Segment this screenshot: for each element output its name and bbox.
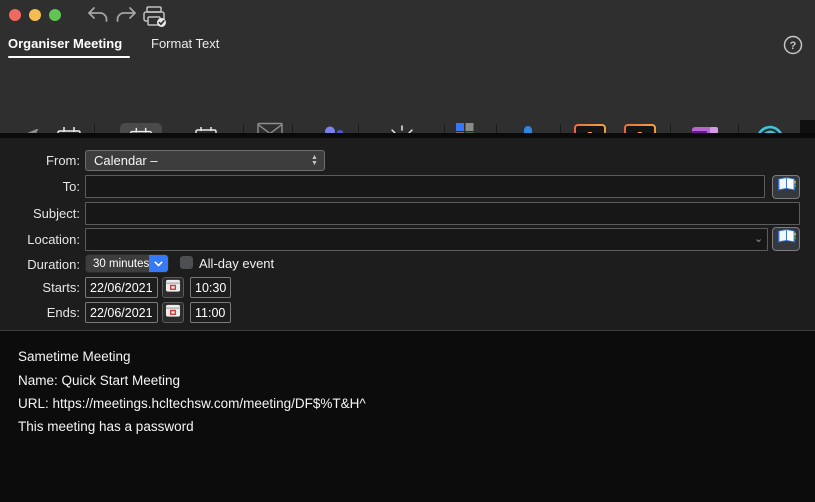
meeting-form: From: Calendar – ▲▼ To: Subject: Locatio… <box>0 133 815 330</box>
meeting-window: Organiser Meeting Format Text ? Send <box>0 0 815 502</box>
calendar-picker-icon <box>165 303 181 323</box>
redo-icon[interactable] <box>116 5 138 30</box>
message-body[interactable]: Sametime Meeting Name: Quick Start Meeti… <box>0 330 815 502</box>
to-input[interactable] <box>85 175 765 198</box>
starts-date-input[interactable] <box>85 277 158 298</box>
starts-time-input[interactable] <box>190 277 231 298</box>
ends-date-picker-button[interactable] <box>162 302 184 323</box>
ends-label: Ends: <box>2 305 80 320</box>
allday-checkbox[interactable] <box>180 256 193 269</box>
duration-select[interactable]: 30 minutes <box>85 254 169 273</box>
tab-format-text[interactable]: Format Text <box>151 36 219 51</box>
svg-text:?: ? <box>790 40 797 52</box>
allday-label: All-day event <box>199 256 274 271</box>
location-address-book-button[interactable] <box>772 227 800 251</box>
calendar-picker-icon <box>165 278 181 298</box>
body-line: Sametime Meeting <box>18 349 131 364</box>
close-button[interactable] <box>9 9 21 21</box>
ends-time-input[interactable] <box>190 302 231 323</box>
titlebar <box>0 0 815 30</box>
active-tab-underline <box>8 56 130 58</box>
subject-label: Subject: <box>2 206 80 221</box>
body-line: Name: Quick Start Meeting <box>18 373 180 388</box>
duration-chevron-down-icon <box>149 255 168 272</box>
body-line: This meeting has a password <box>18 419 194 434</box>
location-dropdown-chevron-icon[interactable]: ⌄ <box>754 232 763 245</box>
undo-icon[interactable] <box>86 5 108 30</box>
starts-label: Starts: <box>2 280 80 295</box>
from-select[interactable]: Calendar – ▲▼ <box>85 150 325 171</box>
duration-value: 30 minutes <box>86 258 149 270</box>
location-input[interactable] <box>85 228 768 251</box>
subject-input[interactable] <box>85 202 800 225</box>
stepper-chevrons-icon: ▲▼ <box>308 155 324 167</box>
starts-date-picker-button[interactable] <box>162 277 184 298</box>
to-label: To: <box>2 179 80 194</box>
minimize-button[interactable] <box>29 9 41 21</box>
body-line: URL: https://meetings.hcltechsw.com/meet… <box>18 396 366 411</box>
help-icon[interactable]: ? <box>782 34 804 56</box>
ribbon: Send Cancel Appointment <box>0 60 815 133</box>
address-book-icon <box>776 228 797 250</box>
tab-organiser-meeting[interactable]: Organiser Meeting <box>8 36 122 51</box>
zoom-button[interactable] <box>49 9 61 21</box>
from-select-value: Calendar – <box>86 153 308 168</box>
print-check-icon[interactable] <box>142 4 168 33</box>
from-label: From: <box>2 153 80 168</box>
duration-label: Duration: <box>2 257 80 272</box>
to-address-book-button[interactable] <box>772 175 800 199</box>
address-book-icon <box>776 176 797 198</box>
ends-date-input[interactable] <box>85 302 158 323</box>
location-label: Location: <box>2 232 80 247</box>
